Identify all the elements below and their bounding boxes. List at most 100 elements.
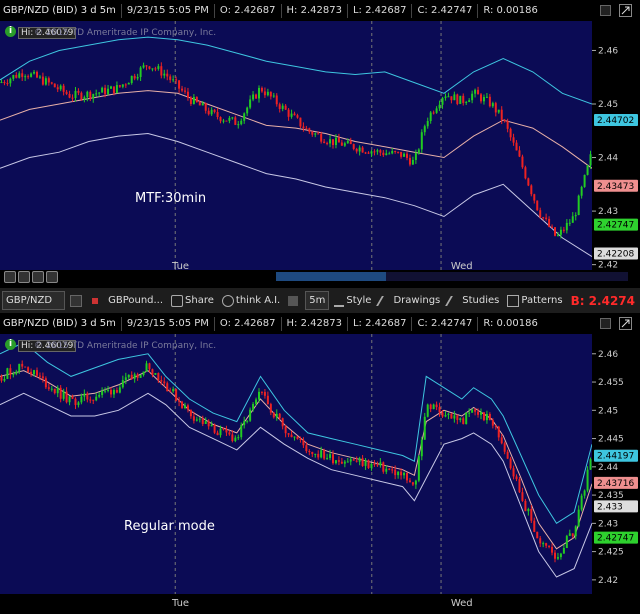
x-tick-label: Tue [171,598,189,609]
chart-title[interactable]: GBPound... [105,292,166,309]
candle-body [459,95,462,104]
candle-body [216,432,219,436]
candle-body [104,87,107,95]
patterns-button[interactable]: Patterns [504,292,565,309]
studies-button[interactable]: Studies [445,292,502,309]
drawings-button[interactable]: Drawings [376,292,443,309]
candle-body [142,371,145,375]
crosshair-icon[interactable] [32,271,44,283]
candle-body [198,101,201,106]
chevron-down-icon[interactable] [600,5,611,16]
maximize-icon[interactable] [619,4,632,17]
candle-body [110,389,112,395]
candle-body [400,471,403,476]
plot-area[interactable]: i Hi: 2.46079 © 2015 TD Ameritrade IP Co… [0,21,593,270]
candle-body [56,87,59,90]
candle-body [468,100,471,102]
candle-body [432,112,435,114]
think-ai-button[interactable]: think A.I. [219,292,283,309]
candle-body [201,418,204,424]
symbol-description[interactable]: GBP/NZD (BID) 3 d 5m [0,5,119,16]
candle-body [136,77,139,79]
candle-body [53,388,56,394]
zoom-in-icon[interactable] [4,271,16,283]
interval-selector[interactable]: 5m [305,291,330,310]
candle-body [27,76,30,78]
chevron-down-icon[interactable] [67,292,87,309]
candle-body [441,97,444,105]
bar-range: R: 0.00186 [483,318,538,329]
y-tick-label: 2.445 [598,435,624,445]
mid-band-line [0,370,593,550]
link-icon[interactable] [89,292,103,309]
candle-body [536,531,539,539]
candle-body [326,142,329,144]
candle-body [373,463,376,465]
candle-body [462,418,465,425]
pencil-icon[interactable] [46,271,58,283]
bar-datetime: 9/23/15 5:05 PM [126,5,209,16]
style-button[interactable]: Style [331,292,374,309]
candle-body [74,90,77,99]
candle-body [477,411,480,415]
candle-body [355,460,358,462]
candle-body [426,404,429,417]
candle-body [237,124,240,126]
candle-body [207,421,210,427]
pencil-icon [376,295,395,306]
candle-body [184,405,186,408]
flask-icon [445,295,464,306]
candle-body [411,482,414,485]
candle-body [491,419,494,426]
candle-body [518,150,521,157]
price-chart[interactable] [0,21,593,270]
candle-body [101,87,104,93]
candle-body [432,404,435,410]
candle-body [110,86,112,89]
price-chart[interactable] [0,334,593,594]
candle-body [334,460,337,464]
candle-body [444,96,447,98]
price-axis[interactable]: 2.42 2.425 2.43 2.435 2.44 2.445 2.45 2.455 2.46… [592,334,640,594]
scrollbar-thumb[interactable] [276,272,386,281]
symbol-input[interactable]: GBP/NZD [2,291,66,310]
candle-body [500,437,503,444]
candle-body [38,76,41,78]
share-button[interactable]: Share [168,292,217,309]
info-circle-icon[interactable]: i [5,339,16,350]
candle-body [219,428,222,436]
candle-body [178,400,181,402]
tools-icon[interactable] [285,292,303,309]
maximize-icon[interactable] [619,317,632,330]
chevron-down-icon[interactable] [600,318,611,329]
candle-body [118,387,121,393]
candle-body [302,439,305,446]
candle-body [394,469,397,476]
candle-body [258,87,260,99]
chart-toolbar: GBP/NZD GBPound... Share think A.I. 5m S… [0,288,640,313]
bar-close: C: 2.42747 [417,318,473,329]
plot-area[interactable]: i Hi: 2.46079 © 2015 TD Ameritrade IP Co… [0,334,593,594]
candle-body [198,418,201,420]
candle-body [308,451,311,453]
candle-body [580,186,583,196]
candle-body [169,76,172,80]
candle-body [533,520,536,532]
candle-body [391,469,394,471]
chart-scrollbar[interactable] [276,272,628,281]
symbol-description[interactable]: GBP/NZD (BID) 3 d 5m [0,318,119,329]
candle-body [358,458,361,462]
candle-body [388,153,391,155]
candle-body [228,432,231,435]
info-circle-icon[interactable]: i [5,26,16,37]
y-tick-label: 2.425 [598,548,624,558]
zoom-out-icon[interactable] [18,271,30,283]
candle-body [314,453,317,455]
candle-body [6,83,9,85]
y-tick-label: 2.42 [598,261,618,270]
candle-body [89,91,92,99]
candle-body [240,120,243,125]
candle-body [195,96,198,102]
candle-body [364,460,367,466]
price-axis[interactable]: 2.42 2.43 2.44 2.45 2.46 2.44702 2.43473 2.4274… [592,21,640,271]
